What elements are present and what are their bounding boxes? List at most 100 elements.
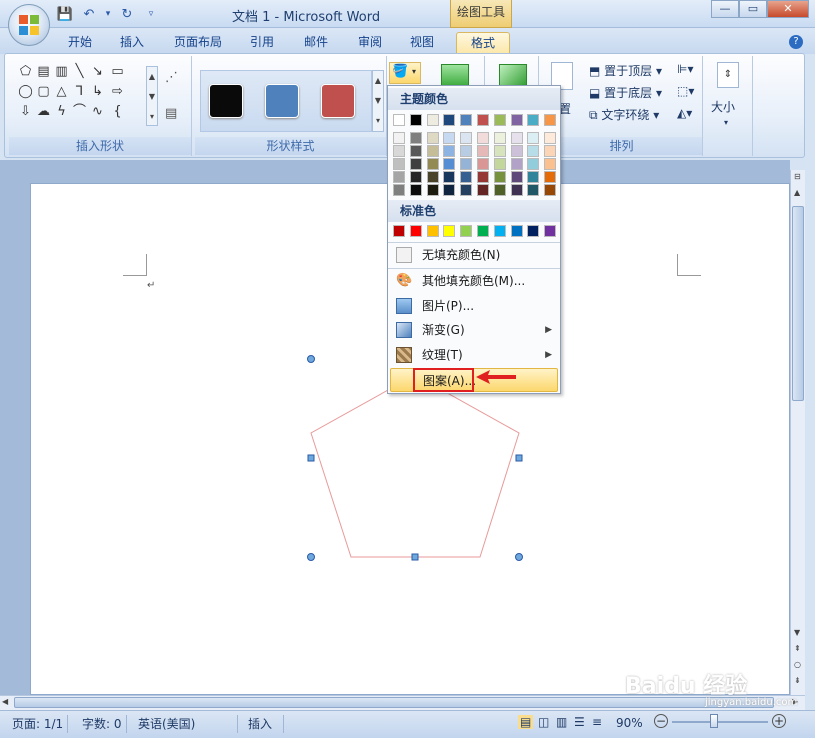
theme-shade-swatch[interactable] [409, 171, 422, 183]
more-fill-colors-item[interactable]: 🎨 其他填充颜色(M)... [390, 269, 558, 293]
standard-color-swatch[interactable] [409, 225, 422, 237]
theme-color-swatch[interactable] [460, 114, 473, 126]
page-count[interactable]: 页面: 1/1 [8, 715, 69, 733]
standard-color-swatch[interactable] [527, 225, 540, 237]
theme-color-swatch[interactable] [426, 114, 439, 126]
theme-shade-swatch[interactable] [493, 132, 506, 144]
theme-shade-swatch[interactable] [510, 145, 523, 157]
bring-to-front-button[interactable]: ⬒ 置于顶层 ▾ [589, 62, 662, 79]
theme-shade-swatch[interactable] [493, 158, 506, 170]
theme-shade-swatch[interactable] [409, 145, 422, 157]
customize-qat-icon[interactable]: ▿ [142, 6, 160, 22]
insert-mode[interactable]: 插入 [244, 715, 284, 733]
tab-references[interactable]: 引用 [240, 32, 284, 54]
theme-shade-swatch[interactable] [393, 132, 405, 144]
ruler-toggle-icon[interactable]: ⊟ [794, 172, 801, 181]
style-swatch-blue[interactable] [265, 84, 299, 118]
group-icon[interactable]: ⬚▾ [677, 84, 694, 98]
resize-handle[interactable] [307, 454, 315, 462]
shapes-gallery[interactable]: ⬠ ▤ ▥ ╲ ↘ ▭ ◯ ▢ △ ⅂ ↳ ⇨ ⇩ ☁ ϟ ⌒ ∿ { [17, 64, 147, 124]
arc-shape-icon[interactable]: ⌒ [71, 104, 88, 120]
theme-shade-swatch[interactable] [443, 184, 456, 196]
theme-shade-swatch[interactable] [409, 158, 422, 170]
text-wrap-button[interactable]: ⧉ 文字环绕 ▾ [589, 106, 659, 123]
theme-shade-swatch[interactable] [544, 145, 557, 157]
help-icon[interactable]: ? [789, 35, 803, 49]
standard-color-swatch[interactable] [493, 225, 506, 237]
align-icon[interactable]: ⊫▾ [677, 62, 693, 76]
language-status[interactable]: 英语(美国) [134, 715, 238, 733]
theme-shade-swatch[interactable] [527, 171, 540, 183]
theme-shade-swatch[interactable] [510, 132, 523, 144]
theme-shade-swatch[interactable] [460, 145, 473, 157]
tab-mailings[interactable]: 邮件 [294, 32, 338, 54]
size-icon[interactable]: ⇕ [717, 62, 739, 88]
theme-color-swatch[interactable] [510, 114, 523, 126]
cloud-shape-icon[interactable]: ☁ [35, 104, 52, 120]
send-to-back-button[interactable]: ⬓ 置于底层 ▾ [589, 84, 662, 101]
resize-handle[interactable] [515, 553, 523, 561]
scroll-down-icon[interactable]: ▼ [794, 628, 800, 637]
view-outline-icon[interactable]: ☰ [574, 715, 585, 729]
undo-icon[interactable]: ↶ [80, 6, 98, 22]
brace-shape-icon[interactable]: { [109, 104, 126, 120]
theme-shade-swatch[interactable] [426, 184, 439, 196]
curve-shape-icon[interactable]: ∿ [89, 104, 106, 120]
theme-shade-swatch[interactable] [426, 171, 439, 183]
down-arrow-shape-icon[interactable]: ⇩ [17, 104, 34, 120]
gradient-fill-item[interactable]: 渐变(G) ▶ [390, 318, 558, 342]
theme-shade-swatch[interactable] [460, 184, 473, 196]
theme-shade-swatch[interactable] [477, 158, 489, 170]
style-swatch-red[interactable] [321, 84, 355, 118]
zoom-out-icon[interactable]: − [654, 714, 668, 728]
texture-fill-item[interactable]: 纹理(T) ▶ [390, 343, 558, 367]
textbox-shape-icon[interactable]: ▤ [35, 64, 52, 80]
theme-shade-swatch[interactable] [493, 145, 506, 157]
theme-shade-swatch[interactable] [426, 158, 439, 170]
theme-color-swatch[interactable] [393, 114, 405, 126]
theme-shade-swatch[interactable] [544, 184, 557, 196]
save-icon[interactable]: 💾 [56, 6, 74, 22]
theme-shade-swatch[interactable] [493, 184, 506, 196]
theme-shade-swatch[interactable] [460, 158, 473, 170]
theme-color-swatch[interactable] [477, 114, 489, 126]
theme-color-swatch[interactable] [544, 114, 557, 126]
theme-shade-swatch[interactable] [426, 132, 439, 144]
browse-object-icon[interactable]: ○ [794, 660, 801, 669]
theme-shade-swatch[interactable] [510, 158, 523, 170]
triangle-shape-icon[interactable]: △ [53, 84, 70, 100]
theme-shade-swatch[interactable] [460, 171, 473, 183]
view-reading-icon[interactable]: ◫ [538, 715, 549, 729]
standard-color-swatch[interactable] [393, 225, 405, 237]
prev-page-icon[interactable]: ⇞ [794, 644, 801, 653]
theme-shade-swatch[interactable] [510, 171, 523, 183]
styles-scroll[interactable]: ▲ ▼ ▾ [372, 70, 384, 132]
resize-handle[interactable] [307, 355, 315, 363]
view-web-icon[interactable]: ▥ [556, 715, 567, 729]
vertical-scrollbar[interactable]: ⊟ ▲ ▼ ⇞ ○ ⇟ [790, 170, 805, 695]
elbow-arrow-icon[interactable]: ↳ [89, 84, 106, 100]
theme-shade-swatch[interactable] [409, 132, 422, 144]
theme-shade-swatch[interactable] [393, 158, 405, 170]
edit-shape-icon[interactable]: ⋰ [165, 70, 178, 85]
theme-shade-swatch[interactable] [544, 132, 557, 144]
standard-color-swatch[interactable] [460, 225, 473, 237]
picture-fill-item[interactable]: 图片(P)... [390, 294, 558, 318]
theme-shade-swatch[interactable] [544, 171, 557, 183]
theme-shade-swatch[interactable] [443, 145, 456, 157]
tab-view[interactable]: 视图 [400, 32, 444, 54]
theme-color-swatch[interactable] [443, 114, 456, 126]
vertical-textbox-icon[interactable]: ▥ [53, 64, 70, 80]
word-count[interactable]: 字数: 0 [78, 715, 127, 733]
standard-color-swatch[interactable] [510, 225, 523, 237]
theme-shade-swatch[interactable] [527, 158, 540, 170]
theme-shade-swatch[interactable] [477, 145, 489, 157]
scroll-left-icon[interactable]: ◀ [2, 697, 8, 706]
next-page-icon[interactable]: ⇟ [794, 676, 801, 685]
maximize-button[interactable]: ▭ [739, 0, 767, 18]
theme-shade-swatch[interactable] [527, 145, 540, 157]
shape-fill-button[interactable]: 🪣 ▾ [389, 62, 421, 84]
rotate-icon[interactable]: ◭▾ [677, 106, 692, 120]
view-print-layout-icon[interactable]: ▤ [518, 715, 534, 729]
tab-insert[interactable]: 插入 [110, 32, 154, 54]
